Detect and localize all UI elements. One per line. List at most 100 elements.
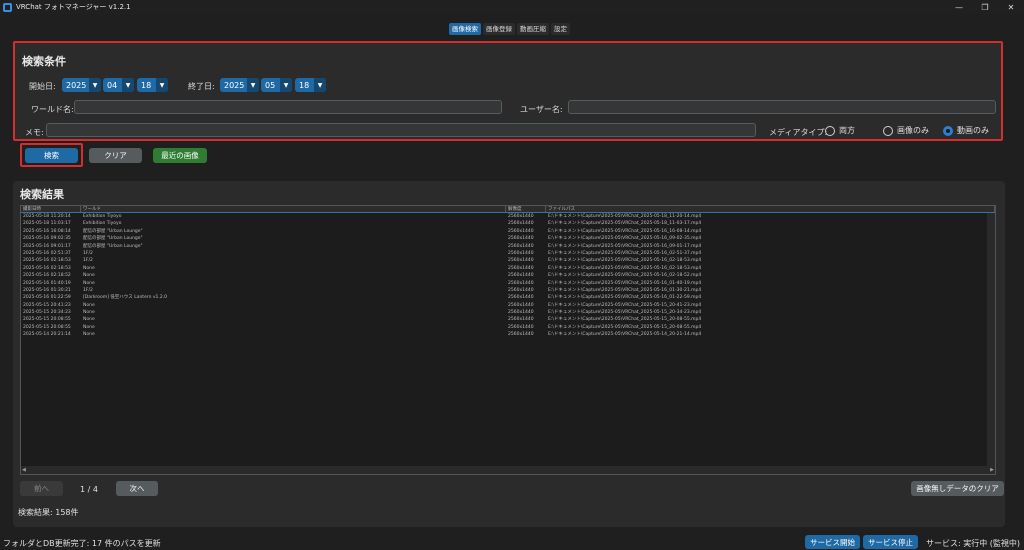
- search-conditions-panel: 検索条件 開始日: 2025 ▼ 04 ▼ 18 ▼ 終了日: 2025 ▼ 05 ▼ 1…: [13, 41, 1003, 141]
- next-page-button[interactable]: 次へ: [116, 481, 158, 496]
- title-bar: VRChat フォトマネージャー v1.2.1 — ❐ ✕: [0, 0, 1024, 14]
- table-row[interactable]: 2025-05-16 02:18:52 None 2560x1440 E:\ドキュメン…: [21, 272, 995, 279]
- prev-page-button[interactable]: 前へ: [20, 481, 63, 496]
- cell-date: 2025-05-16 09:02:35: [23, 236, 71, 242]
- table-row[interactable]: 2025-05-15 20:08:55 None 2560x1440 E:\ドキュメン…: [21, 316, 995, 323]
- cell-path: E:\ドキュメント\Capture\2025-05\VRChat_2025-05…: [548, 228, 702, 234]
- cell-resolution: 2560x1440: [508, 273, 534, 279]
- end-day-value: 18: [299, 80, 310, 90]
- cell-world: Exhibition Tiyoyo: [83, 214, 122, 219]
- clear-no-image-data-button[interactable]: 画像無しデータのクリア: [911, 481, 1004, 496]
- cell-world: None: [83, 265, 95, 271]
- close-button[interactable]: ✕: [998, 0, 1024, 14]
- cell-date: 2025-05-16 02:18:53: [23, 258, 71, 264]
- media-type-label: メディアタイプ:: [769, 128, 828, 137]
- table-row[interactable]: 2025-05-16 09:01:17 配信の部屋 "Urban Lounge" 2…: [21, 243, 995, 250]
- cell-date: 2025-05-18 11:20:14: [23, 214, 71, 219]
- chevron-down-icon: ▼: [314, 78, 326, 92]
- stop-service-button[interactable]: サービス停止: [863, 535, 918, 549]
- cell-path: E:\ドキュメント\Capture\2025-05\VRChat_2025-05…: [548, 287, 702, 293]
- cell-world: 1F/2: [83, 250, 93, 256]
- tab-image-register[interactable]: 画像登録: [483, 23, 515, 35]
- cell-path: E:\ドキュメント\Capture\2025-05\VRChat_2025-05…: [548, 280, 702, 286]
- column-header-world[interactable]: ワールド: [81, 206, 506, 212]
- cell-date: 2025-05-16 02:18:53: [23, 265, 71, 271]
- cell-date: 2025-05-15 20:34:23: [23, 310, 71, 316]
- status-bar: フォルダとDB更新完了: 17 件のパスを更新 サービス開始 サービス停止 サー…: [0, 535, 1024, 550]
- tab-settings[interactable]: 設定: [551, 23, 570, 35]
- start-year-select[interactable]: 2025 ▼: [62, 78, 101, 92]
- chevron-down-icon: ▼: [156, 78, 168, 92]
- minimize-button[interactable]: —: [946, 0, 972, 14]
- window-controls: — ❐ ✕: [946, 0, 1024, 14]
- clear-button[interactable]: クリア: [89, 148, 142, 163]
- table-row[interactable]: 2025-05-16 01:22:59 [Darkroom] 低空ハウス Lant…: [21, 294, 995, 301]
- cell-path: E:\ドキュメント\Capture\2025-05\VRChat_2025-05…: [548, 236, 702, 242]
- cell-resolution: 2560x1440: [508, 287, 534, 293]
- start-day-select[interactable]: 18 ▼: [137, 78, 168, 92]
- cell-resolution: 2560x1440: [508, 317, 534, 323]
- cell-date: 2025-05-16 01:30:21: [23, 287, 71, 293]
- column-header-date[interactable]: 撮影日時: [21, 206, 81, 212]
- media-both-label: 両方: [839, 126, 855, 135]
- cell-world: None: [83, 302, 95, 308]
- cell-date: 2025-05-16 16:08:14: [23, 228, 71, 234]
- table-row[interactable]: 2025-05-15 20:08:55 None 2560x1440 E:\ドキュメン…: [21, 324, 995, 331]
- start-service-button[interactable]: サービス開始: [805, 535, 860, 549]
- world-name-label: ワールド名:: [31, 105, 74, 114]
- media-video-only-label: 動画のみ: [957, 126, 989, 135]
- search-button[interactable]: 検索: [25, 148, 78, 163]
- end-day-select[interactable]: 18 ▼: [295, 78, 326, 92]
- cell-date: 2025-05-18 11:03:17: [23, 221, 71, 227]
- scroll-right-icon[interactable]: ▶: [990, 467, 994, 473]
- column-header-resolution[interactable]: 解像度: [506, 206, 546, 212]
- scroll-left-icon[interactable]: ◀: [22, 467, 26, 473]
- table-row[interactable]: 2025-05-18 11:20:14 Exhibition Tiyoyo 2560…: [21, 213, 995, 220]
- user-name-input[interactable]: [568, 100, 996, 114]
- cell-world: 配信の部屋 "Urban Lounge": [83, 243, 143, 249]
- maximize-button[interactable]: ❐: [972, 0, 998, 14]
- end-date-label: 終了日:: [188, 82, 215, 91]
- vertical-scrollbar[interactable]: [987, 213, 995, 466]
- chevron-down-icon: ▼: [122, 78, 134, 92]
- tab-image-search[interactable]: 画像検索: [449, 23, 481, 35]
- tab-video-compress[interactable]: 動画圧縮: [517, 23, 549, 35]
- cell-date: 2025-05-15 20:08:55: [23, 317, 71, 323]
- world-name-input[interactable]: [74, 100, 502, 114]
- table-row[interactable]: 2025-05-16 02:51:37 1F/2 2560x1440 E:\ドキュメン…: [21, 250, 995, 257]
- table-row[interactable]: 2025-05-16 01:30:21 1F/2 2560x1440 E:\ドキュメン…: [21, 287, 995, 294]
- table-row[interactable]: 2025-05-16 16:08:14 配信の部屋 "Urban Lounge" 2…: [21, 228, 995, 235]
- cell-date: 2025-05-16 09:01:17: [23, 243, 71, 249]
- media-image-only-radio[interactable]: 画像のみ: [883, 125, 929, 136]
- media-video-only-radio[interactable]: 動画のみ: [943, 125, 989, 136]
- table-row[interactable]: 2025-05-16 02:18:53 1F/2 2560x1440 E:\ドキュメン…: [21, 257, 995, 264]
- table-row[interactable]: 2025-05-14 20:21:14 None 2560x1440 E:\ドキュメン…: [21, 331, 995, 338]
- memo-input[interactable]: [46, 123, 756, 137]
- end-year-value: 2025: [224, 80, 245, 90]
- cell-path: E:\ドキュメント\Capture\2025-05\VRChat_2025-05…: [548, 265, 702, 271]
- end-year-select[interactable]: 2025 ▼: [220, 78, 259, 92]
- table-row[interactable]: 2025-05-16 01:40:19 None 2560x1440 E:\ドキュメン…: [21, 280, 995, 287]
- cell-resolution: 2560x1440: [508, 332, 534, 338]
- start-day-value: 18: [141, 80, 152, 90]
- cell-path: E:\ドキュメント\Capture\2025-05\VRChat_2025-05…: [548, 295, 702, 301]
- cell-date: 2025-05-14 20:21:14: [23, 332, 71, 338]
- cell-resolution: 2560x1440: [508, 228, 534, 234]
- column-header-path[interactable]: ファイルパス: [546, 206, 995, 212]
- horizontal-scrollbar[interactable]: ◀ ▶: [21, 466, 995, 474]
- table-row[interactable]: 2025-05-15 20:41:23 None 2560x1440 E:\ドキュメン…: [21, 302, 995, 309]
- start-month-select[interactable]: 04 ▼: [103, 78, 134, 92]
- table-row[interactable]: 2025-05-16 09:02:35 配信の部屋 "Urban Lounge" 2…: [21, 235, 995, 242]
- table-row[interactable]: 2025-05-18 11:03:17 Exhibition Tiyoyo 2560…: [21, 220, 995, 227]
- table-row[interactable]: 2025-05-16 02:18:53 None 2560x1440 E:\ドキュメン…: [21, 265, 995, 272]
- cell-world: 配信の部屋 "Urban Lounge": [83, 228, 143, 234]
- results-table[interactable]: 撮影日時 ワールド 解像度 ファイルパス 2025-05-18 11:20:14…: [20, 205, 996, 475]
- table-row[interactable]: 2025-05-15 20:34:23 None 2560x1440 E:\ドキュメン…: [21, 309, 995, 316]
- cell-date: 2025-05-16 01:40:19: [23, 280, 71, 286]
- cell-resolution: 2560x1440: [508, 324, 534, 330]
- cell-resolution: 2560x1440: [508, 310, 534, 316]
- media-both-radio[interactable]: 両方: [825, 125, 855, 136]
- recent-images-button[interactable]: 最近の画像: [153, 148, 207, 163]
- end-month-select[interactable]: 05 ▼: [261, 78, 292, 92]
- cell-world: None: [83, 280, 95, 286]
